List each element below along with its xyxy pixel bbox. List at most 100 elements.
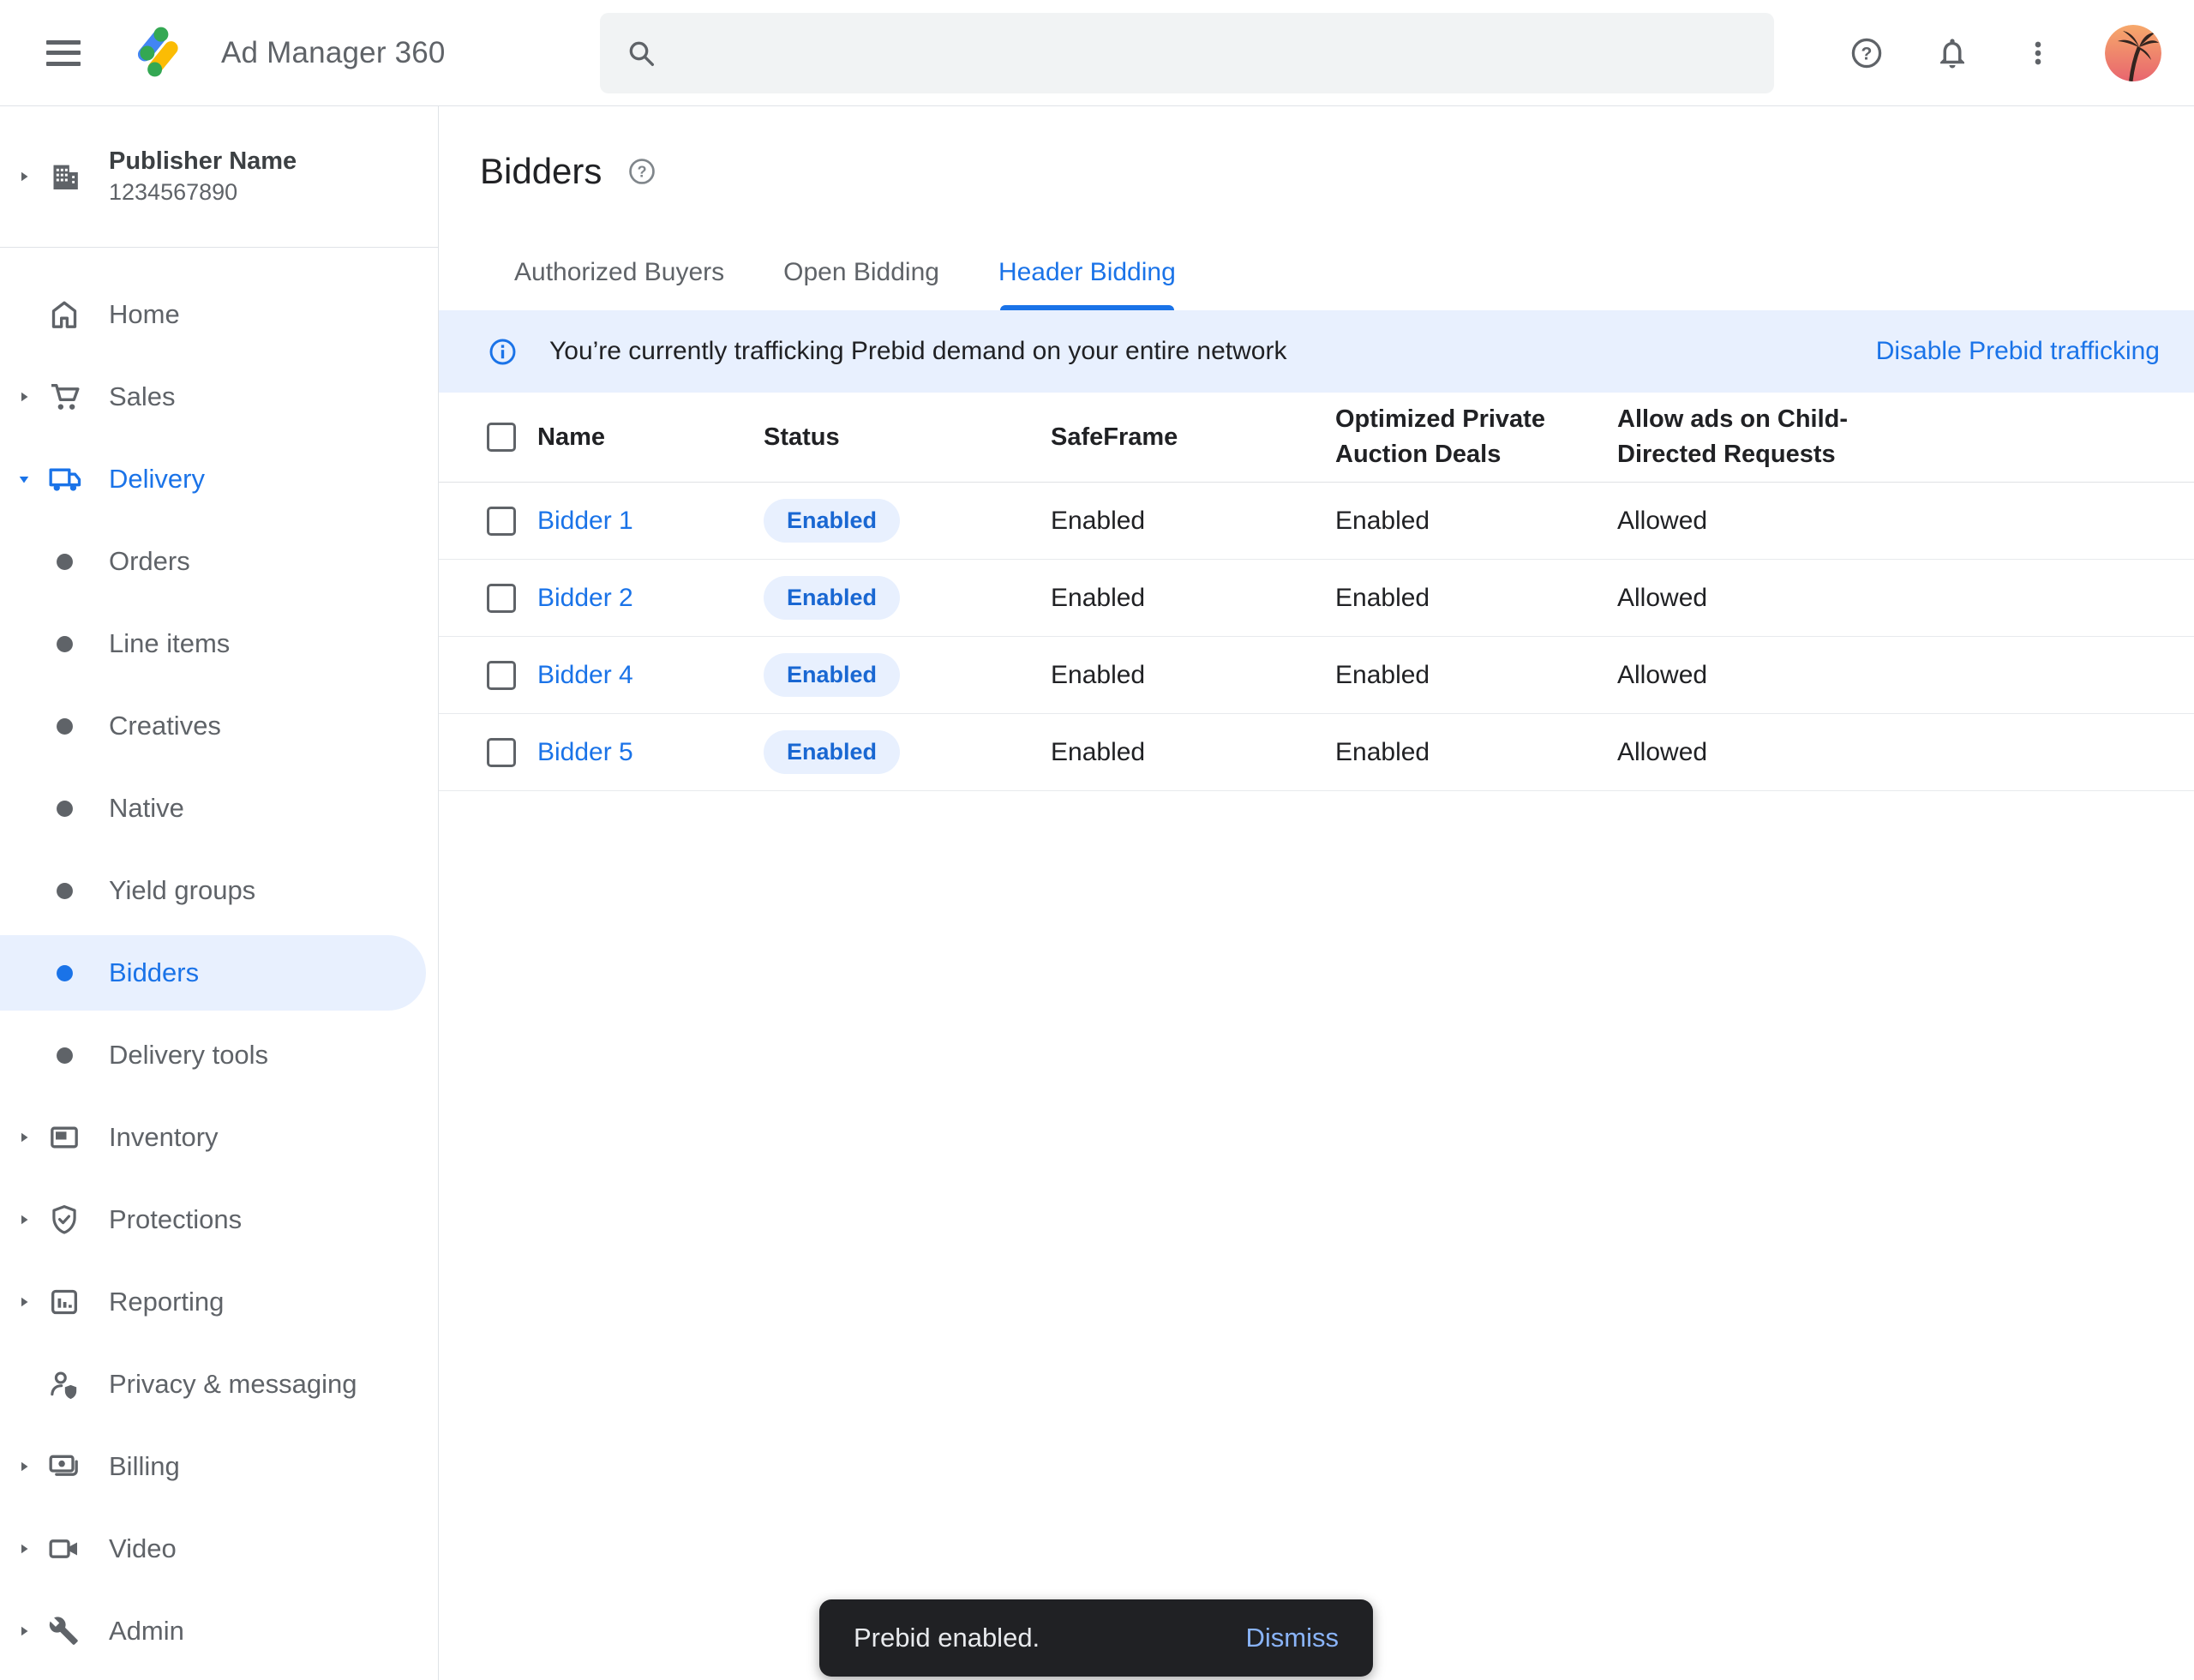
page-title: Bidders: [480, 151, 602, 192]
bell-icon: [1934, 35, 1970, 71]
column-header-safeframe: SafeFrame: [1051, 423, 1335, 452]
more-options-button[interactable]: [2019, 34, 2057, 72]
search-bar[interactable]: [600, 13, 1774, 93]
help-button[interactable]: ?: [1848, 34, 1885, 72]
sidebar-item-bidders[interactable]: Bidders: [0, 932, 438, 1014]
bidder-link[interactable]: Bidder 2: [537, 584, 633, 612]
notifications-button[interactable]: [1933, 34, 1971, 72]
bullet-icon: [47, 709, 81, 743]
caret-right-icon: [16, 389, 32, 405]
row-checkbox[interactable]: [487, 507, 516, 536]
menu-icon[interactable]: [45, 39, 82, 68]
sidebar-item-home[interactable]: Home: [0, 273, 438, 356]
child-directed-value: Allowed: [1617, 507, 2160, 536]
bullet-icon: [47, 1038, 81, 1072]
safeframe-value: Enabled: [1051, 584, 1335, 613]
help-icon: ?: [1848, 34, 1885, 72]
truck-icon: [47, 462, 81, 496]
tab-open-bidding[interactable]: Open Bidding: [761, 235, 962, 310]
caret-right-icon: [16, 1130, 32, 1145]
tab-authorized-buyers[interactable]: Authorized Buyers: [492, 235, 746, 310]
opad-value: Enabled: [1335, 507, 1617, 536]
payments-icon: [47, 1449, 81, 1484]
table-row: Bidder 1 Enabled Enabled Enabled Allowed: [439, 483, 2194, 560]
caret-right-icon: [16, 169, 32, 184]
select-all-checkbox[interactable]: [487, 423, 516, 452]
sidebar-item-native[interactable]: Native: [0, 767, 438, 849]
svg-text:?: ?: [638, 163, 647, 180]
publisher-network-code: 1234567890: [109, 177, 297, 207]
product-name: Ad Manager 360: [221, 36, 446, 70]
sidebar-item-sales[interactable]: Sales: [0, 356, 438, 438]
page-help-button[interactable]: ?: [626, 155, 658, 188]
row-checkbox[interactable]: [487, 584, 516, 613]
publisher-selector[interactable]: Publisher Name 1234567890: [0, 106, 438, 248]
sidebar-item-reporting[interactable]: Reporting: [0, 1261, 438, 1343]
caret-right-icon: [16, 1294, 32, 1310]
svg-text:?: ?: [1861, 44, 1873, 63]
table-row: Bidder 4 Enabled Enabled Enabled Allowed: [439, 637, 2194, 714]
bidder-link[interactable]: Bidder 5: [537, 738, 633, 766]
shield-check-icon: [47, 1203, 81, 1237]
caret-right-icon: [16, 1212, 32, 1227]
inventory-icon: [47, 1120, 81, 1155]
sidebar-item-line-items[interactable]: Line items: [0, 603, 438, 685]
vertical-dots-icon: [2021, 36, 2055, 70]
bullet-icon: [47, 873, 81, 908]
opad-value: Enabled: [1335, 584, 1617, 613]
tab-header-bidding[interactable]: Header Bidding: [976, 235, 1198, 310]
status-badge: Enabled: [764, 576, 900, 620]
home-icon: [47, 297, 81, 332]
tab-bar: Authorized Buyers Open Bidding Header Bi…: [439, 235, 2194, 310]
child-directed-value: Allowed: [1617, 738, 2160, 767]
bidder-link[interactable]: Bidder 1: [537, 507, 633, 535]
column-header-status: Status: [764, 423, 1051, 452]
table-header: Name Status SafeFrame Optimized Private …: [439, 393, 2194, 483]
toast-dismiss-button[interactable]: Dismiss: [1246, 1623, 1340, 1653]
sidebar-item-admin[interactable]: Admin: [0, 1590, 438, 1672]
bidder-link[interactable]: Bidder 4: [537, 661, 633, 689]
account-avatar[interactable]: [2105, 25, 2161, 81]
sidebar-item-video[interactable]: Video: [0, 1508, 438, 1590]
sidebar-item-yield-groups[interactable]: Yield groups: [0, 849, 438, 932]
sidebar-item-creatives[interactable]: Creatives: [0, 685, 438, 767]
app-bar: Ad Manager 360 ?: [0, 0, 2194, 106]
row-checkbox[interactable]: [487, 661, 516, 690]
disable-prebid-trafficking-link[interactable]: Disable Prebid trafficking: [1876, 337, 2160, 366]
bullet-icon: [47, 627, 81, 661]
sidebar-item-delivery[interactable]: Delivery: [0, 438, 438, 520]
status-badge: Enabled: [764, 730, 900, 774]
sidebar-item-orders[interactable]: Orders: [0, 520, 438, 603]
person-shield-icon: [47, 1367, 81, 1401]
bullet-icon: [47, 956, 81, 990]
search-icon: [624, 36, 658, 70]
cart-icon: [47, 380, 81, 414]
caret-right-icon: [16, 1541, 32, 1557]
toast-snackbar: Prebid enabled. Dismiss: [819, 1599, 1373, 1677]
opad-value: Enabled: [1335, 738, 1617, 767]
sidebar-item-protections[interactable]: Protections: [0, 1179, 438, 1261]
help-outline-icon: ?: [626, 155, 658, 188]
sidebar-item-billing[interactable]: Billing: [0, 1425, 438, 1508]
caret-right-icon: [16, 1459, 32, 1474]
row-checkbox[interactable]: [487, 738, 516, 767]
column-header-optimized-private-auction-deals: Optimized Private Auction Deals: [1335, 402, 1601, 471]
status-badge: Enabled: [764, 653, 900, 697]
prebid-info-banner: You’re currently trafficking Prebid dema…: [439, 310, 2194, 393]
toast-message: Prebid enabled.: [854, 1623, 1040, 1653]
safeframe-value: Enabled: [1051, 738, 1335, 767]
table-row: Bidder 5 Enabled Enabled Enabled Allowed: [439, 714, 2194, 791]
child-directed-value: Allowed: [1617, 584, 2160, 613]
opad-value: Enabled: [1335, 661, 1617, 690]
building-icon: [47, 159, 81, 194]
status-badge: Enabled: [764, 499, 900, 543]
column-header-name: Name: [537, 423, 764, 452]
search-input[interactable]: [679, 38, 1774, 69]
safeframe-value: Enabled: [1051, 507, 1335, 536]
caret-right-icon: [16, 1623, 32, 1639]
sidebar-item-delivery-tools[interactable]: Delivery tools: [0, 1014, 438, 1096]
table-row: Bidder 2 Enabled Enabled Enabled Allowed: [439, 560, 2194, 637]
sidebar-item-inventory[interactable]: Inventory: [0, 1096, 438, 1179]
sidebar-item-privacy-messaging[interactable]: Privacy & messaging: [0, 1343, 438, 1425]
safeframe-value: Enabled: [1051, 661, 1335, 690]
